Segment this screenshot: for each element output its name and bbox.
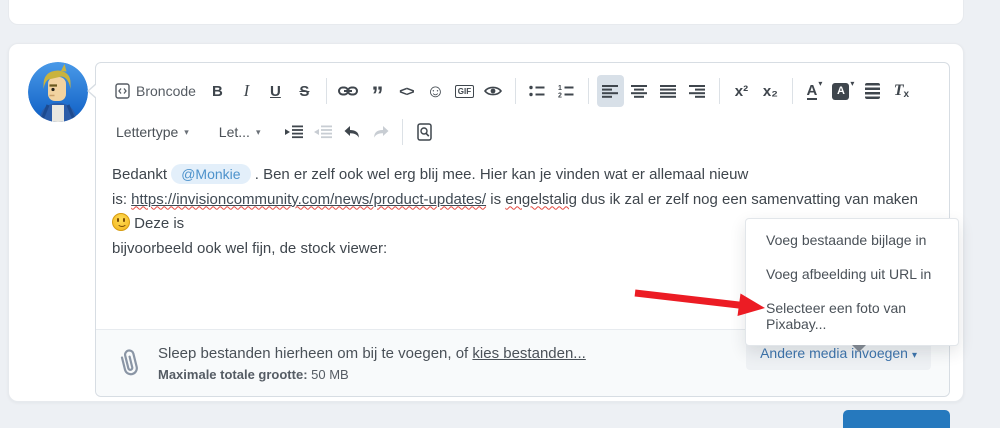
chevron-down-icon: ▾ (256, 127, 261, 138)
text-segment: bijvoorbeeld ook wel fijn, de stock view… (112, 240, 387, 257)
undo-button[interactable] (338, 116, 365, 148)
align-left-button[interactable] (597, 75, 624, 107)
toolbar-divider (588, 78, 589, 104)
superscript-button[interactable]: x² (728, 75, 755, 107)
text-color-button[interactable]: A ▾ (801, 75, 828, 107)
source-code-button[interactable]: Broncode (109, 75, 202, 107)
link-icon (338, 85, 358, 97)
previous-post-card (8, 0, 964, 25)
content-link[interactable]: https://invisioncommunity.com/news/produ… (131, 191, 486, 208)
numbered-list-button[interactable]: 12 (553, 75, 580, 107)
preview-page-button[interactable] (411, 116, 438, 148)
remove-format-button[interactable]: T x (888, 75, 915, 107)
page: { "glyphs": { "caret": "▾", "bold": "B",… (0, 0, 1000, 418)
chevron-down-icon: ▾ (912, 350, 917, 361)
outdent-icon (314, 125, 332, 139)
text-segment: is (486, 191, 505, 208)
chevron-down-icon: ▾ (184, 127, 189, 138)
font-size-label: Let... (219, 124, 250, 140)
text-segment: dus ik zal er zelf nog een samenvatting … (577, 191, 918, 208)
italic-button[interactable]: I (233, 75, 260, 107)
toolbar-divider (326, 78, 327, 104)
menu-item-select-pixabay-photo[interactable]: Selecteer een foto van Pixabay... (746, 291, 958, 341)
toolbar-divider (515, 78, 516, 104)
redo-button[interactable] (367, 116, 394, 148)
submit-reply-button[interactable] (843, 410, 950, 428)
link-button[interactable] (335, 75, 362, 107)
annotation-arrow (623, 280, 773, 325)
gif-icon: GIF (455, 85, 474, 98)
text-segment: is: (112, 191, 131, 208)
redo-icon (372, 125, 390, 139)
paperclip-icon (113, 344, 146, 381)
indent-button[interactable] (280, 116, 307, 148)
toolbar-divider (719, 78, 720, 104)
eye-icon (484, 85, 502, 97)
chevron-down-icon: ▾ (818, 79, 822, 88)
smiley-emoji: 🙂 (112, 213, 130, 231)
indent-icon (285, 125, 303, 139)
avatar (28, 62, 88, 122)
align-right-icon (689, 85, 705, 98)
outdent-button[interactable] (309, 116, 336, 148)
preview-button[interactable] (480, 75, 507, 107)
underline-button[interactable]: U (262, 75, 289, 107)
font-size-dropdown[interactable]: Let... ▾ (211, 117, 269, 147)
menu-item-insert-image-from-url[interactable]: Voeg afbeelding uit URL in (746, 257, 958, 291)
remove-format-icon: T (894, 82, 904, 100)
text-segment: Deze is (130, 215, 184, 232)
toolbar-divider (402, 119, 403, 145)
max-size-value: 50 MB (308, 367, 349, 382)
toolbar-row-1: Broncode B I U S ” <> ☺ GIF (96, 63, 949, 113)
menu-item-insert-existing-attachment[interactable]: Voeg bestaande bijlage in (746, 223, 958, 257)
subscript-button[interactable]: x₂ (757, 75, 784, 107)
highlight-color-icon: A (832, 83, 849, 100)
font-family-label: Lettertype (116, 124, 178, 140)
quote-button[interactable]: ” (364, 70, 391, 112)
align-left-icon (602, 85, 618, 98)
undo-icon (343, 125, 361, 139)
code-block-button[interactable] (859, 75, 886, 107)
chevron-down-icon: ▾ (850, 79, 854, 88)
drag-files-text: Sleep bestanden hierheen om bij te voege… (158, 345, 472, 362)
text-color-icon: A (807, 83, 818, 100)
choose-files-link[interactable]: kies bestanden... (472, 345, 585, 362)
svg-text:2: 2 (558, 93, 562, 99)
source-code-icon (115, 83, 130, 99)
mention-chip[interactable]: @Monkie (171, 164, 250, 184)
strikethrough-button[interactable]: S (291, 75, 318, 107)
misspelled-word: engelstalig (505, 191, 577, 208)
toolbar-row-2: Lettertype ▾ Let... ▾ (96, 113, 949, 151)
bullet-list-button[interactable] (524, 75, 551, 107)
align-justify-button[interactable] (655, 75, 682, 107)
align-center-button[interactable] (626, 75, 653, 107)
align-right-button[interactable] (684, 75, 711, 107)
insert-media-dropdown: Voeg bestaande bijlage in Voeg afbeeldin… (745, 218, 959, 346)
max-size-label: Maximale totale grootte: (158, 367, 308, 382)
svg-text:1: 1 (558, 85, 562, 92)
numbered-list-icon: 12 (558, 84, 574, 98)
bullet-list-icon (529, 84, 545, 98)
code-block-icon (865, 83, 880, 99)
highlight-color-button[interactable]: A ▾ (830, 75, 857, 107)
text-segment: Bedankt (112, 166, 171, 183)
toolbar-divider (792, 78, 793, 104)
bold-button[interactable]: B (204, 75, 231, 107)
source-code-label: Broncode (136, 83, 196, 99)
dropdown-caret (852, 345, 866, 352)
emoji-button[interactable]: ☺ (422, 75, 449, 107)
code-button[interactable]: <> (393, 75, 420, 107)
font-family-dropdown[interactable]: Lettertype ▾ (108, 117, 197, 147)
align-justify-icon (660, 85, 676, 98)
page-preview-icon (417, 123, 433, 141)
align-center-icon (631, 85, 647, 98)
text-segment: . Ben er zelf ook wel erg blij mee. Hier… (251, 166, 749, 183)
gif-button[interactable]: GIF (451, 75, 478, 107)
